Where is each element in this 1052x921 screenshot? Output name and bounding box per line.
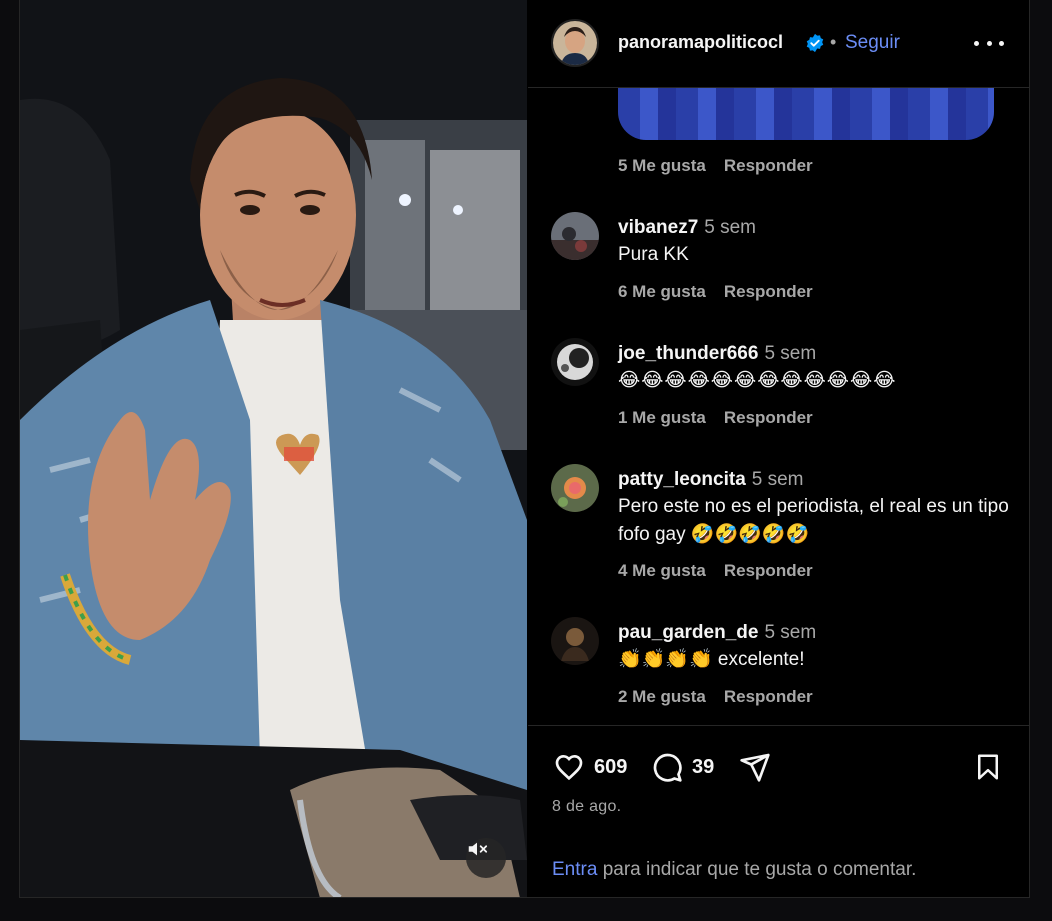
comment-username[interactable]: pau_garden_de (618, 622, 758, 643)
comment-timestamp[interactable]: 5 sem (752, 469, 804, 490)
comment-username[interactable]: patty_leoncita (618, 469, 746, 490)
commenter-avatar-image (551, 617, 599, 665)
header-separator: • (830, 32, 837, 52)
comments-list[interactable]: 5 Me gusta Responder vibanez7 5 sem Pura K… (528, 88, 1029, 726)
comment-meta: 5 Me gusta Responder (618, 156, 813, 176)
verified-badge-icon (806, 33, 824, 53)
share-button[interactable] (738, 751, 772, 783)
comment-timestamp[interactable]: 5 sem (764, 622, 816, 643)
like-button[interactable]: 609 (552, 751, 627, 783)
comment-timestamp[interactable]: 5 sem (704, 217, 756, 238)
comment-text: 😂😂😂😂😂😂😂😂😂😂😂😂 (618, 370, 897, 391)
post-video[interactable] (20, 0, 527, 897)
post-header: panoramapoliticocl • Seguir (528, 0, 1029, 88)
post-sidebar: panoramapoliticocl • Seguir 5 Me gusta Re… (528, 0, 1029, 897)
comment-meta: 4 Me gusta Responder (618, 561, 813, 581)
comment-author: joe_thunder666 5 sem (618, 343, 816, 365)
comment-like-count[interactable]: 4 Me gusta (618, 561, 706, 580)
heart-icon (555, 754, 583, 781)
more-horizontal-icon (974, 40, 979, 46)
comment-author: pau_garden_de 5 sem (618, 622, 816, 644)
reply-button[interactable]: Responder (724, 687, 813, 706)
commenter-avatar[interactable] (551, 617, 599, 665)
comment-username[interactable]: vibanez7 (618, 217, 698, 238)
commenter-avatar-image (551, 212, 599, 260)
comment-like-count[interactable]: 6 Me gusta (618, 282, 706, 301)
login-prompt: Entra para indicar que te gusta o coment… (552, 859, 916, 881)
follow-button[interactable]: Seguir (845, 32, 900, 54)
commenter-avatar-image (551, 338, 599, 386)
reply-button[interactable]: Responder (724, 156, 813, 175)
commenter-avatar[interactable] (551, 464, 599, 512)
more-horizontal-icon (999, 40, 1004, 46)
video-frame-illustration (20, 0, 527, 897)
commenter-avatar[interactable] (551, 212, 599, 260)
post-actions: 609 39 8 de ago. Entra para indicar que … (528, 726, 1029, 897)
comment-text: Pura KK (618, 244, 689, 265)
comment-username[interactable]: joe_thunder666 (618, 343, 758, 364)
comments-count[interactable]: 39 (692, 756, 714, 779)
comment-button[interactable]: 39 (650, 751, 714, 783)
reply-button[interactable]: Responder (724, 561, 813, 580)
comment-like-count[interactable]: 2 Me gusta (618, 687, 706, 706)
comment-like-count[interactable]: 1 Me gusta (618, 408, 706, 427)
comment-meta: 6 Me gusta Responder (618, 282, 813, 302)
mute-toggle-button[interactable] (466, 838, 506, 878)
reply-button[interactable]: Responder (724, 282, 813, 301)
comment-author: patty_leoncita 5 sem (618, 469, 804, 491)
bookmark-icon (978, 754, 998, 780)
comment-author: vibanez7 5 sem (618, 217, 756, 239)
author-avatar-image (553, 21, 597, 65)
author-avatar[interactable] (551, 19, 599, 67)
more-options-button[interactable] (974, 30, 1004, 56)
post-modal: panoramapoliticocl • Seguir 5 Me gusta Re… (19, 0, 1030, 898)
reply-button[interactable]: Responder (724, 408, 813, 427)
comment-bubble-icon (653, 753, 682, 782)
post-date[interactable]: 8 de ago. (552, 798, 621, 816)
likes-count[interactable]: 609 (594, 756, 627, 779)
comment-timestamp[interactable]: 5 sem (764, 343, 816, 364)
comment-image-attachment[interactable] (618, 88, 994, 140)
comment-text: 👏👏👏👏 excelente! (618, 649, 805, 670)
more-horizontal-icon (986, 40, 992, 46)
comment-meta: 2 Me gusta Responder (618, 687, 813, 707)
save-button[interactable] (973, 751, 1003, 783)
speaker-muted-icon (468, 842, 488, 856)
login-link[interactable]: Entra (552, 859, 597, 880)
commenter-avatar-image (551, 464, 599, 512)
comment-like-count[interactable]: 5 Me gusta (618, 156, 706, 175)
send-icon (740, 753, 770, 782)
login-prompt-text: para indicar que te gusta o comentar. (597, 859, 917, 880)
author-username[interactable]: panoramapoliticocl (618, 32, 783, 53)
comment-meta: 1 Me gusta Responder (618, 408, 813, 428)
commenter-avatar[interactable] (551, 338, 599, 386)
comment-text: Pero este no es el periodista, el real e… (618, 496, 1009, 545)
